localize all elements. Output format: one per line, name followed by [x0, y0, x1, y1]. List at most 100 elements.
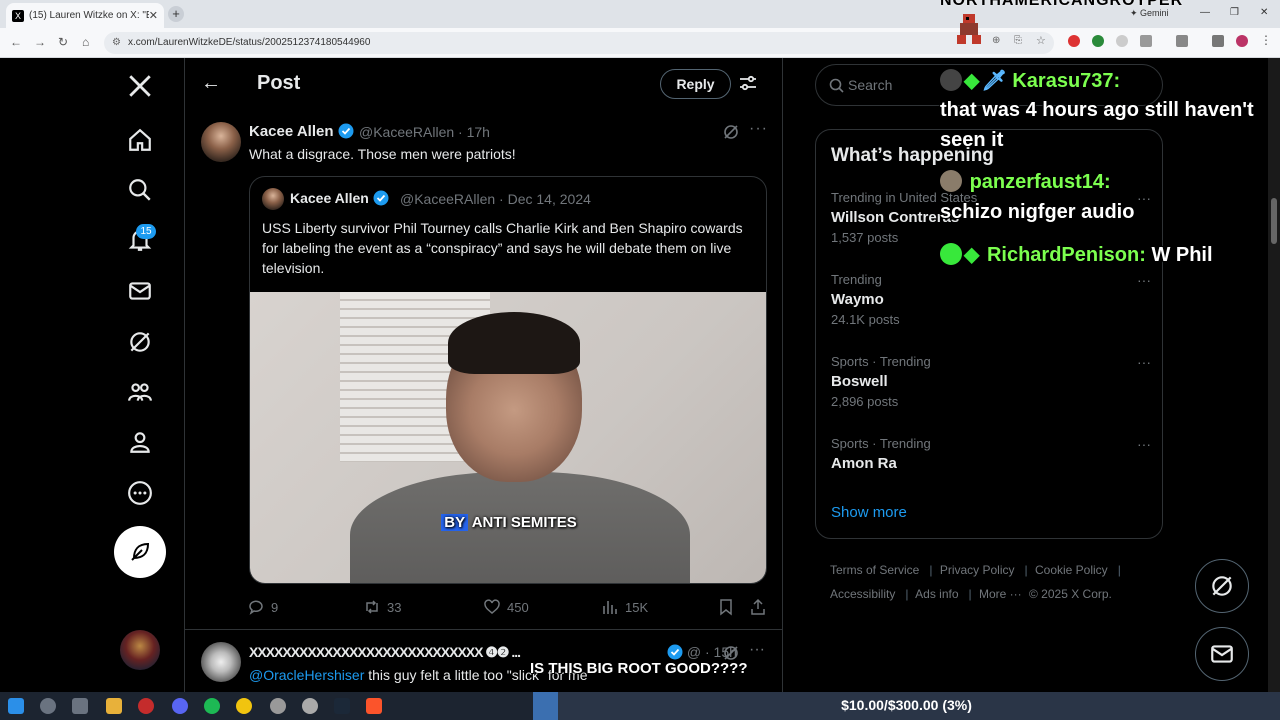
more-icon[interactable]: ···: [1137, 272, 1151, 288]
windows-start-icon[interactable]: [8, 698, 24, 714]
reply-action[interactable]: 9: [247, 598, 278, 616]
grok-icon[interactable]: [122, 324, 158, 360]
filter-sliders-icon[interactable]: [738, 73, 758, 93]
tweet-author[interactable]: Kacee Allen: [249, 123, 354, 140]
more-icon[interactable]: ···: [1137, 436, 1151, 452]
restore-icon[interactable]: ❐: [1230, 7, 1239, 18]
share-icon[interactable]: ⎘: [1014, 35, 1022, 46]
communities-icon[interactable]: [122, 374, 158, 410]
chat-message: ◆ 🗡 Karasu737:: [940, 68, 1120, 93]
app-icon[interactable]: [302, 698, 318, 714]
minimize-icon[interactable]: —: [1200, 7, 1210, 18]
home-icon[interactable]: ⌂: [82, 35, 89, 49]
search-icon[interactable]: [40, 698, 56, 714]
downloads-icon[interactable]: [1212, 35, 1224, 47]
search-icon: [829, 78, 844, 93]
home-icon[interactable]: [122, 122, 158, 158]
avatar[interactable]: [201, 642, 241, 682]
discord-icon[interactable]: [172, 698, 188, 714]
browser-menu-icon[interactable]: ⋮: [1260, 33, 1272, 47]
task-view-icon[interactable]: [72, 698, 88, 714]
back-nav-icon[interactable]: ←: [10, 35, 22, 49]
avatar[interactable]: [201, 122, 241, 162]
more-icon[interactable]: ···: [1137, 354, 1151, 370]
messages-envelope-icon[interactable]: [122, 273, 158, 309]
verified-badge-icon: [338, 123, 354, 139]
goal-text: $10.00/$300.00 (3%): [841, 697, 972, 713]
steam-icon[interactable]: [334, 698, 350, 714]
app-icon[interactable]: [270, 698, 286, 714]
bookmark-icon: [720, 599, 732, 616]
tweet-time[interactable]: 17h: [467, 124, 490, 140]
footer-links: Terms of Service | Privacy Policy | Cookie…: [830, 563, 1121, 601]
chrome-icon[interactable]: [236, 698, 252, 714]
url-field[interactable]: x.com/LaurenWitzkeDE/status/200251237418…: [104, 32, 1054, 54]
reply-author[interactable]: XXXXXXXXXXXXXXXXXXXXXXXXXXXX ❹❷ ...: [249, 644, 521, 661]
account-avatar[interactable]: [120, 630, 160, 670]
obs-icon[interactable]: [138, 698, 154, 714]
address-bar-row: ← → ↻ ⌂ x.com/LaurenWitzkeDE/status/2002…: [0, 28, 1280, 58]
reload-icon[interactable]: ↻: [58, 35, 68, 49]
quote-author: Kacee Allen: [290, 190, 389, 206]
more-icon[interactable]: ···: [749, 120, 768, 138]
file-explorer-icon[interactable]: [106, 698, 122, 714]
more-link[interactable]: More ···: [979, 587, 1022, 601]
spotify-icon[interactable]: [204, 698, 220, 714]
bookmark-action[interactable]: [717, 598, 741, 616]
post-header: ← Post Reply: [185, 58, 782, 111]
reply-button[interactable]: Reply: [660, 69, 731, 99]
new-tab-button[interactable]: +: [168, 6, 184, 22]
tweet-handle[interactable]: @KaceeRAllen: [359, 124, 454, 140]
terms-link[interactable]: Terms of Service: [830, 563, 919, 577]
extension-icon[interactable]: [1116, 35, 1128, 47]
views-action[interactable]: 15K: [601, 598, 648, 616]
mention-link[interactable]: @OracleHershiser: [249, 667, 364, 683]
share-action[interactable]: [749, 598, 773, 616]
brave-icon[interactable]: [366, 698, 382, 714]
cookie-link[interactable]: Cookie Policy: [1035, 563, 1108, 577]
repost-action[interactable]: 33: [363, 598, 401, 616]
scrollbar-thumb[interactable]: [1271, 198, 1277, 244]
extensions-puzzle-icon[interactable]: [1140, 35, 1152, 47]
grok-floating-button[interactable]: [1195, 559, 1249, 613]
more-options-icon[interactable]: [122, 475, 158, 511]
quoted-tweet[interactable]: Kacee Allen @KaceeRAllen · Dec 14, 2024 …: [249, 176, 767, 584]
video-player[interactable]: BY ANTI SEMITES: [250, 292, 766, 583]
trend-item[interactable]: Sports · Trending Boswell 2,896 posts ··…: [831, 354, 1151, 434]
tab-title: (15) Lauren Witzke on X: "E: [29, 10, 149, 21]
tab-close-icon[interactable]: ✕: [149, 9, 158, 22]
window-close-icon[interactable]: ✕: [1260, 7, 1268, 18]
views-chart-icon: [603, 601, 617, 614]
trend-item[interactable]: Trending Waymo 24.1K posts ···: [831, 272, 1151, 352]
zoom-icon[interactable]: ⊕: [992, 35, 1000, 46]
explore-search-icon[interactable]: [122, 172, 158, 208]
sidebar-toggle-icon[interactable]: [1176, 35, 1188, 47]
back-arrow-icon[interactable]: ←: [201, 72, 221, 95]
messages-floating-button[interactable]: [1195, 627, 1249, 681]
profile-avatar[interactable]: [1236, 35, 1248, 47]
profile-icon[interactable]: [122, 424, 158, 460]
ads-info-link[interactable]: Ads info: [915, 587, 958, 601]
extension-icon[interactable]: [1068, 35, 1080, 47]
chat-avatar: [940, 69, 962, 91]
more-icon[interactable]: ···: [1137, 190, 1151, 206]
tweet-meta: @KaceeRAllen · 17h: [359, 124, 490, 140]
page-scrollbar[interactable]: [1268, 58, 1280, 694]
accessibility-link[interactable]: Accessibility: [830, 587, 895, 601]
forward-nav-icon[interactable]: →: [34, 35, 46, 49]
more-icon[interactable]: ···: [749, 641, 765, 659]
envelope-icon: [1211, 645, 1233, 663]
grok-icon[interactable]: [722, 123, 740, 141]
search-placeholder: Search: [848, 77, 893, 93]
heart-icon: [484, 599, 500, 614]
extension-icon[interactable]: [1092, 35, 1104, 47]
like-action[interactable]: 450: [483, 598, 529, 616]
privacy-link[interactable]: Privacy Policy: [940, 563, 1015, 577]
bookmark-star-icon[interactable]: ☆: [1036, 34, 1046, 47]
x-logo-icon[interactable]: [122, 68, 158, 104]
chat-message: ◆ RichardPenison: W Phil: [940, 242, 1213, 267]
compose-post-button[interactable]: [114, 526, 166, 578]
browser-tab[interactable]: X (15) Lauren Witzke on X: "E ✕: [6, 3, 164, 28]
show-more-link[interactable]: Show more: [831, 504, 907, 521]
diamond-badge-icon: ◆: [964, 244, 980, 266]
